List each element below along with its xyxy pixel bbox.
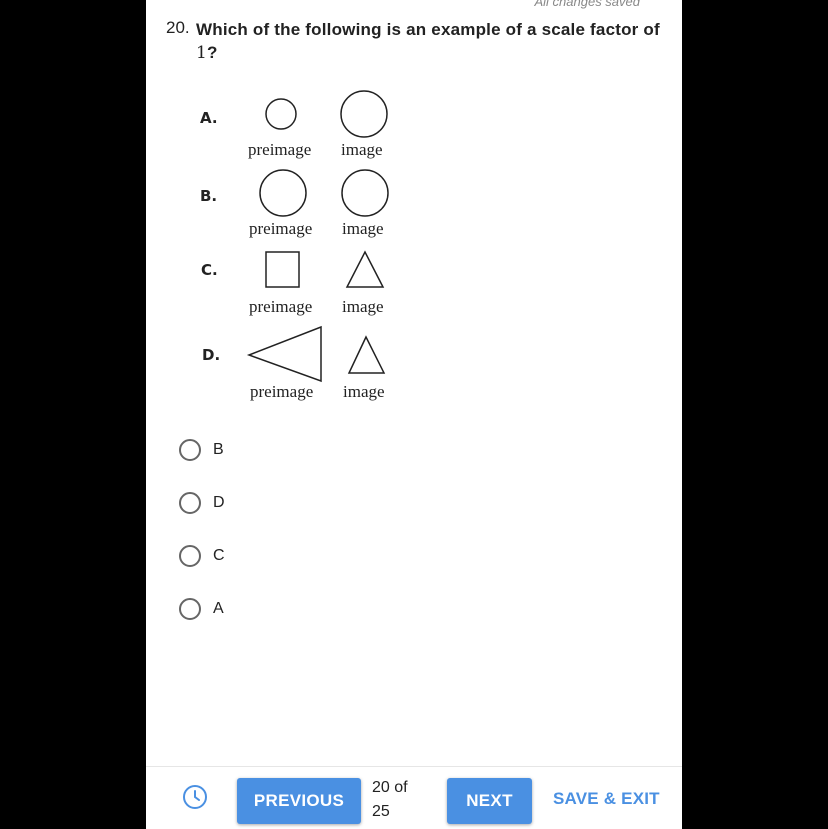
radio-button[interactable] (179, 492, 201, 514)
question-counter-line1: 20 of (372, 779, 408, 796)
figure-b-preimage-circle (259, 169, 307, 217)
choice-a[interactable]: A (179, 594, 224, 624)
save-exit-button[interactable]: SAVE & EXIT (553, 789, 660, 809)
question-counter: 20 of 25 (372, 776, 432, 824)
figure-d-preimage-caption: preimage (250, 382, 314, 401)
choice-c[interactable]: C (179, 541, 225, 571)
scale-factor-figure (246, 90, 389, 383)
figure-c-preimage-square (265, 251, 300, 288)
radio-button[interactable] (179, 439, 201, 461)
figure-b-image-caption: image (342, 219, 384, 238)
choice-label: A (213, 600, 224, 617)
figure-d-image-caption: image (343, 382, 385, 401)
figure-d-preimage-triangle (246, 325, 322, 383)
choice-d[interactable]: D (179, 488, 225, 518)
figure-c-image-triangle (345, 250, 385, 288)
question-counter-line2: 25 (372, 803, 390, 820)
figure-c-image-caption: image (342, 297, 384, 316)
figure-b-preimage-caption: preimage (249, 219, 313, 238)
figure-a-preimage-circle (265, 98, 297, 130)
next-button[interactable]: NEXT (447, 778, 532, 824)
figure-a-image-caption: image (341, 140, 383, 159)
navigation-footer: PREVIOUS 20 of 25 NEXT SAVE & EXIT (146, 766, 682, 829)
figure-b-image-circle (341, 169, 389, 217)
question-panel: All changes saved 20. Which of the follo… (146, 0, 682, 829)
choice-b[interactable]: B (179, 435, 224, 465)
choice-label: C (213, 547, 225, 564)
radio-button[interactable] (179, 545, 201, 567)
figure-a-image-circle (340, 90, 388, 138)
choice-label: D (213, 494, 225, 511)
figure-a-preimage-caption: preimage (248, 140, 312, 159)
clock-icon[interactable] (182, 784, 208, 810)
radio-button[interactable] (179, 598, 201, 620)
figure-c-preimage-caption: preimage (249, 297, 313, 316)
previous-button[interactable]: PREVIOUS (237, 778, 361, 824)
figure-d-image-triangle (347, 335, 386, 374)
choice-label: B (213, 441, 224, 458)
